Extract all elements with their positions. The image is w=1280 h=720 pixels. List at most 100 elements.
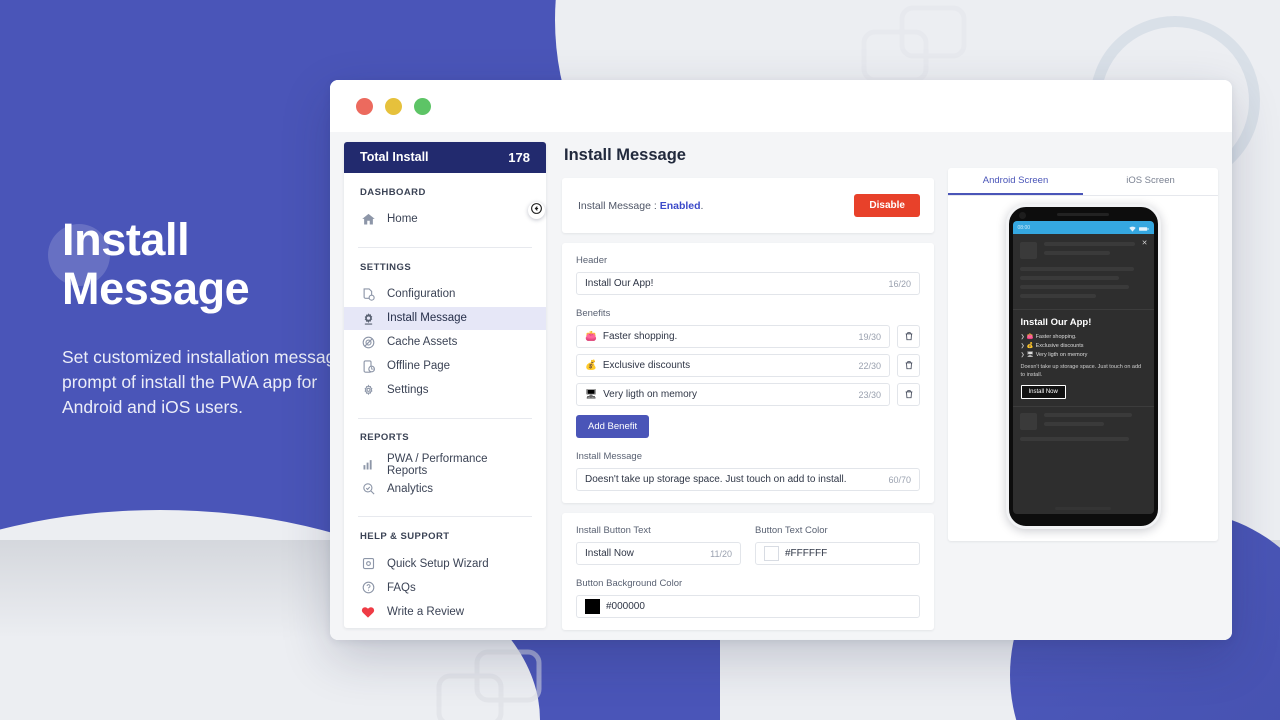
prompt-benefit-text: Faster shopping. <box>1035 334 1077 340</box>
money-bag-emoji: 💰 <box>585 360 597 371</box>
button-settings-card: Install Button Text Install Now 11/20 Bu… <box>562 513 934 630</box>
preview-install-now-button[interactable]: Install Now <box>1020 385 1066 399</box>
prompt-benefit-list: ❯ 👛 Faster shopping. ❯ 💰 Exclusive disco… <box>1021 334 1146 358</box>
sidebar-item-write-a-review[interactable]: Write a Review <box>344 600 546 623</box>
sidebar-section-reports: REPORTS PWA / Performance Reports Analyt… <box>344 418 546 505</box>
main-content: Install Message Install Message : Enable… <box>562 142 1218 630</box>
sidebar-item-label: Install Message <box>387 312 467 325</box>
status-prefix: Install Message : <box>578 199 660 212</box>
phone-screen: 08:00 ✕ Install Our App! ❯ 👛 Faster shop… <box>1012 221 1154 514</box>
benefits-label: Benefits <box>576 308 611 319</box>
minimize-window-button[interactable] <box>385 97 402 115</box>
close-window-button[interactable] <box>356 97 373 115</box>
install-button-text-group: Install Button Text Install Now 11/20 <box>576 525 741 565</box>
sidebar-collapse-button[interactable] <box>528 202 545 219</box>
page-skeleton-top: ✕ <box>1013 234 1154 303</box>
bar-chart-icon <box>360 457 376 473</box>
button-text-color-swatch[interactable] <box>764 546 779 561</box>
install-message-settings-card: Header Install Our App! 16/20 Benefits 👛 <box>562 243 934 503</box>
sidebar-item-cache-assets[interactable]: Cache Assets <box>344 331 546 354</box>
benefit-value: Exclusive discounts <box>602 360 691 371</box>
tab-ios-screen[interactable]: iOS Screen <box>1083 168 1218 195</box>
sidebar-item-label: Settings <box>387 384 429 397</box>
hero-text-block: Install Message Set customized installat… <box>48 215 362 420</box>
desktop-computer-emoji: 🖥 <box>1026 352 1034 358</box>
install-button-text-input[interactable]: Install Now 11/20 <box>576 542 741 565</box>
button-text-color-value: #FFFFFF <box>785 548 828 559</box>
delete-benefit-button-3[interactable] <box>897 383 920 406</box>
gear-icon <box>360 382 376 398</box>
sidebar-section-dashboard: DASHBOARD Home <box>344 173 546 236</box>
sidebar-item-configuration[interactable]: Configuration <box>344 283 546 306</box>
add-benefit-button[interactable]: Add Benefit <box>576 415 650 438</box>
benefit-input-3[interactable]: 🖥 Very ligth on memory 23/30 <box>576 383 890 406</box>
settings-form-column: Install Message Install Message : Enable… <box>562 142 934 630</box>
sidebar-section-help-support: HELP & SUPPORT Quick Setup Wizard FAQs W… <box>344 517 546 628</box>
benefit-counter: 19/30 <box>858 331 881 342</box>
sidebar-item-label: Offline Page <box>387 360 451 373</box>
button-background-color-swatch[interactable] <box>585 599 600 614</box>
skeleton-thumb <box>1019 242 1037 259</box>
mobile-offline-icon <box>360 358 376 374</box>
question-circle-icon <box>360 580 376 596</box>
delete-benefit-button-2[interactable] <box>897 354 920 377</box>
tab-android-screen[interactable]: Android Screen <box>948 168 1083 195</box>
skeleton-line <box>1043 242 1135 246</box>
sidebar-item-offline-page[interactable]: Offline Page <box>344 355 546 378</box>
sidebar-item-label: FAQs <box>387 581 416 594</box>
sidebar-item-quick-setup-wizard[interactable]: Quick Setup Wizard <box>344 552 546 575</box>
skeleton-line <box>1019 267 1134 271</box>
skeleton-thumb <box>1019 413 1037 430</box>
prompt-benefit-item: ❯ 💰 Exclusive discounts <box>1021 343 1146 349</box>
earpiece-speaker <box>1057 213 1109 216</box>
benefit-row: 💰 Exclusive discounts 22/30 <box>576 354 920 377</box>
sidebar-item-install-message[interactable]: Install Message <box>344 306 546 330</box>
skeleton-line <box>1043 413 1133 417</box>
header-input-value: Install Our App! <box>585 278 654 289</box>
total-install-banner: Total Install 178 <box>344 142 546 173</box>
prompt-title: Install Our App! <box>1020 317 1092 328</box>
skeleton-line <box>1043 422 1105 426</box>
total-install-count: 178 <box>508 149 530 165</box>
sidebar-item-pwa-performance-reports[interactable]: PWA / Performance Reports <box>344 452 546 477</box>
circle-arrow-left-icon <box>530 202 543 220</box>
sidebar-item-home[interactable]: Home <box>344 208 546 231</box>
benefit-input-1[interactable]: 👛 Faster shopping. 19/30 <box>576 325 890 348</box>
window-body: Total Install 178 DASHBOARD Home SETTING… <box>330 132 1232 640</box>
maximize-window-button[interactable] <box>414 97 431 115</box>
chevron-right-icon: ❯ <box>1020 343 1025 349</box>
sidebar-item-settings[interactable]: Settings <box>344 379 546 402</box>
hero-title-line1: Install <box>62 214 190 265</box>
hero-title-line2: Message <box>62 263 250 314</box>
header-field-group: Header Install Our App! 16/20 <box>576 255 920 295</box>
benefit-counter: 23/30 <box>858 389 881 400</box>
page-skeleton-bottom <box>1013 407 1154 446</box>
page-hero-title: Install Message <box>62 215 362 313</box>
sidebar-item-label: Configuration <box>387 288 456 301</box>
install-button-text-label: Install Button Text <box>576 525 651 536</box>
install-message-label: Install Message <box>576 451 643 462</box>
benefit-input-2[interactable]: 💰 Exclusive discounts 22/30 <box>576 354 890 377</box>
hero-description: Set customized installation message prom… <box>62 347 346 417</box>
button-background-color-input[interactable]: #000000 <box>576 595 920 618</box>
heart-icon <box>360 604 376 620</box>
preview-scrollbar[interactable] <box>1160 285 1161 331</box>
status-suffix: . <box>700 199 704 212</box>
sidebar-heading-help-support: HELP & SUPPORT <box>360 531 450 542</box>
install-message-field-group: Install Message Doesn't take up storage … <box>576 451 920 491</box>
trash-icon <box>904 328 914 346</box>
trash-icon <box>904 357 914 375</box>
sidebar-item-analytics[interactable]: Analytics <box>344 477 546 500</box>
benefit-value: Faster shopping. <box>602 331 678 342</box>
sidebar-item-faqs[interactable]: FAQs <box>344 576 546 599</box>
delete-benefit-button-1[interactable] <box>897 325 920 348</box>
button-text-color-input[interactable]: #FFFFFF <box>755 542 920 565</box>
sidebar-item-label: PWA / Performance Reports <box>387 452 488 477</box>
disable-button[interactable]: Disable <box>854 194 920 217</box>
install-message-input[interactable]: Doesn't take up storage space. Just touc… <box>576 468 920 491</box>
close-x-icon[interactable]: ✕ <box>1142 240 1148 247</box>
button-background-color-group: Button Background Color #000000 <box>576 578 920 618</box>
config-document-icon <box>360 286 376 302</box>
magnifier-check-icon <box>360 481 376 497</box>
header-input[interactable]: Install Our App! 16/20 <box>576 272 920 295</box>
